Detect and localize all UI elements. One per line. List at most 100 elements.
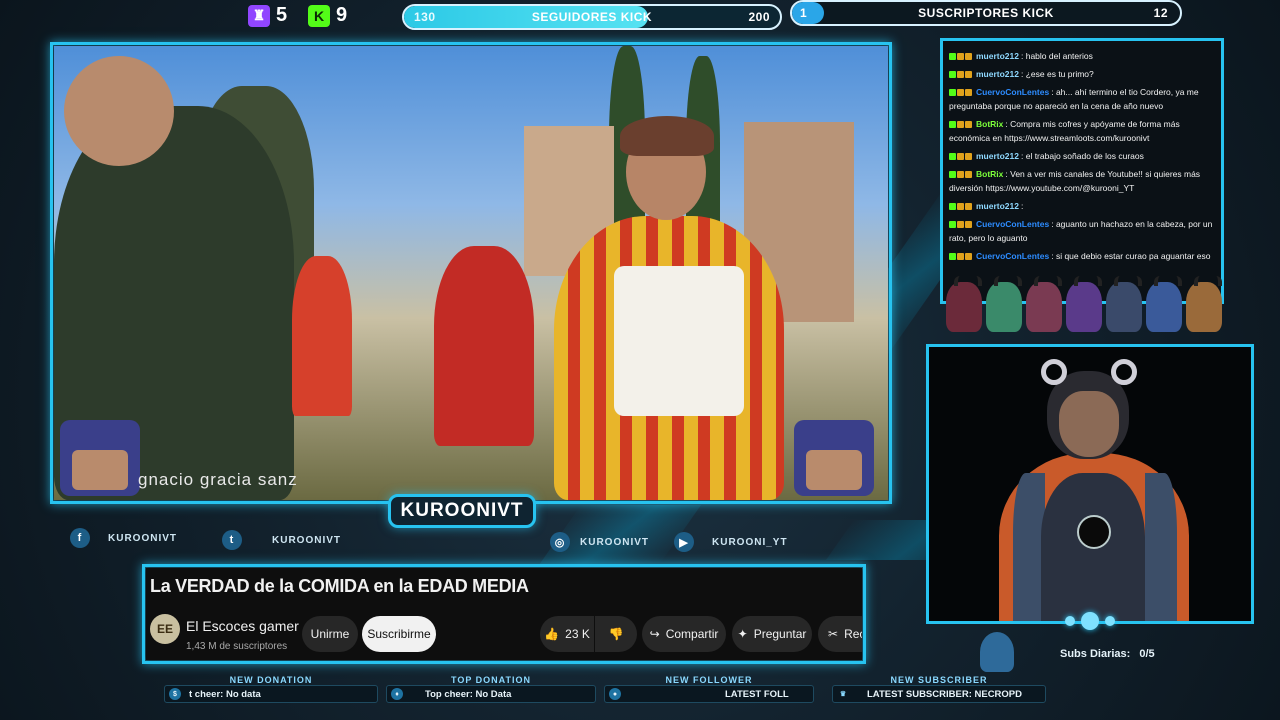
share-button[interactable]: ↪ Compartir [642, 616, 726, 652]
subscribe-button[interactable]: Suscribirme [362, 616, 436, 652]
mascot-sprite [1066, 276, 1102, 332]
subs-daily-label: Subs Diarias: [1060, 648, 1131, 660]
like-button[interactable]: 👍 23 K [540, 616, 594, 652]
badge-icon [949, 153, 956, 161]
badge-icon [949, 53, 956, 61]
badge-icon [949, 171, 956, 179]
chat-message: CuervoConLentes: si que debio estar cura… [949, 249, 1215, 263]
person-tabard [614, 266, 744, 416]
chat-username[interactable]: muerto212 [976, 69, 1019, 79]
ticker-new-follower: NEW FOLLOWER ● LATEST FOLL [604, 675, 814, 704]
youtube-icon: ▶ [674, 532, 694, 552]
chat-badges [949, 199, 973, 213]
badge-icon [965, 253, 972, 261]
pixel-mascot [60, 420, 140, 496]
ticker-box: ♦ Top cheer: No Data [386, 685, 596, 703]
badge-icon [957, 71, 964, 79]
chat-username[interactable]: muerto212 [976, 51, 1019, 61]
channel-name[interactable]: El Escoces gamer ● [186, 618, 309, 634]
badge-icon [957, 53, 964, 61]
chat-badges [949, 85, 973, 99]
ticker-text: LATEST SUBSCRIBER: NECROPD [867, 688, 1022, 700]
chat-badges [949, 149, 973, 163]
sparkle-icon: ✦ [737, 627, 748, 641]
badge-icon [957, 171, 964, 179]
kick-icon: K [308, 4, 330, 27]
badge-icon [965, 203, 972, 211]
person-head [64, 56, 174, 166]
ticker-new-donation: NEW DONATION $ t cheer: No data [164, 675, 378, 704]
avatar-emblem [1077, 515, 1111, 549]
badge-icon [965, 121, 972, 129]
user-icon: ● [609, 688, 621, 700]
dislike-button[interactable]: 👎 [595, 616, 637, 652]
chat-panel[interactable]: muerto212: hablo del anterios muerto212: … [940, 38, 1224, 304]
clip-button[interactable]: ✂ Rec [818, 616, 862, 652]
ask-button[interactable]: ✦ Preguntar [732, 616, 812, 652]
avatar-face [1059, 391, 1119, 457]
social-instagram[interactable]: ◎ KUROONIVT [550, 532, 649, 552]
channel-avatar[interactable]: EE [150, 614, 180, 644]
ticker-box: ♛ LATEST SUBSCRIBER: NECROPD [832, 685, 1046, 703]
mascot-sprite [986, 276, 1022, 332]
ask-label: Preguntar [753, 627, 807, 641]
twitch-count: 5 [276, 4, 288, 26]
chat-badges [949, 249, 973, 263]
person-hat [620, 116, 714, 156]
kick-count: 9 [336, 4, 348, 26]
chat-username[interactable]: BotRix [976, 119, 1003, 129]
ticker-text: Top cheer: No Data [425, 688, 512, 700]
chat-username[interactable]: CuervoConLentes [976, 87, 1049, 97]
subs-daily-value: 0/5 [1139, 648, 1155, 660]
ticker-new-subscriber: NEW SUBSCRIBER ♛ LATEST SUBSCRIBER: NECRO… [832, 675, 1046, 704]
ticker-box: $ t cheer: No data [164, 685, 378, 703]
badge-icon [957, 253, 964, 261]
chat-badges [949, 117, 973, 131]
youtube-info-panel: La VERDAD de la COMIDA en la EDAD MEDIA … [146, 568, 862, 660]
slider-dot [1105, 616, 1115, 626]
join-button[interactable]: Unirme [302, 616, 358, 652]
bag-icon: ♦ [391, 688, 403, 700]
scissors-icon: ✂ [828, 627, 839, 641]
horn-icon [1111, 359, 1137, 385]
chat-username[interactable]: muerto212 [976, 201, 1019, 211]
share-icon: ↪ [649, 627, 660, 641]
social-facebook[interactable]: f KUROONIVT [70, 528, 177, 548]
ticker-title: NEW DONATION [229, 675, 313, 685]
badge-icon [965, 221, 972, 229]
mascot-row [946, 276, 1222, 332]
avatar-camera [926, 344, 1254, 624]
chat-badges [949, 67, 973, 81]
badge-icon [965, 89, 972, 97]
ticker-text: LATEST FOLL [725, 688, 789, 700]
share-label: Compartir [665, 627, 719, 641]
badge-icon [965, 153, 972, 161]
facebook-icon: f [70, 528, 90, 548]
chat-username[interactable]: muerto212 [976, 151, 1019, 161]
mascot-sprite [1026, 276, 1062, 332]
chat-message: CuervoConLentes: ah... ahí termino el ti… [949, 85, 1215, 113]
chat-username[interactable]: CuervoConLentes [976, 219, 1049, 229]
crown-icon: ♛ [839, 691, 847, 698]
chat-text: : hablo del anterios [1021, 51, 1093, 61]
thumbs-up-icon: 👍 [544, 627, 560, 641]
video-player[interactable]: gnacio gracia sanz [54, 46, 888, 500]
social-youtube[interactable]: ▶ KUROONI_YT [674, 532, 788, 552]
social-label: KUROONIVT [580, 536, 649, 548]
followers-target: 200 [748, 10, 770, 24]
social-label: KUROONI_YT [712, 536, 788, 548]
pixel-mascot [794, 420, 874, 496]
subs-daily: Subs Diarias: 0/5 [1060, 648, 1155, 660]
ticker-top-donation: TOP DONATION ♦ Top cheer: No Data [386, 675, 596, 704]
followers-goal-bar: 130 SEGUIDORES KICK 200 [402, 4, 782, 30]
chat-message: muerto212: hablo del anterios [949, 49, 1215, 63]
thumbs-down-icon: 👎 [608, 627, 624, 641]
chat-username[interactable]: BotRix [976, 169, 1003, 179]
ticker-title: NEW FOLLOWER [665, 675, 753, 685]
followers-label: SEGUIDORES KICK [531, 10, 653, 24]
mascot-sprite [946, 276, 982, 332]
person [434, 246, 534, 446]
chat-username[interactable]: CuervoConLentes [976, 251, 1049, 261]
badge-icon [965, 71, 972, 79]
social-twitter[interactable]: t KUROONIVT [222, 530, 341, 550]
